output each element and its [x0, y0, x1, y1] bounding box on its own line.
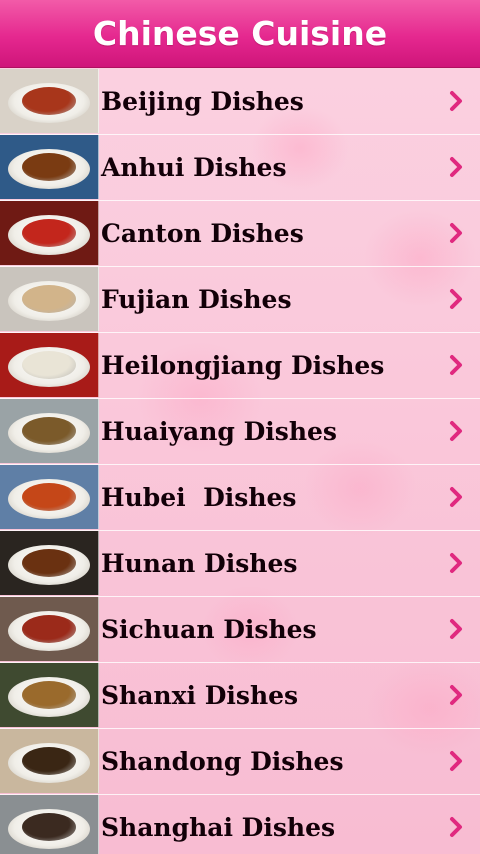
dish-thumbnail — [0, 69, 99, 133]
dish-thumbnail — [0, 201, 99, 265]
food-shape — [22, 615, 76, 643]
food-shape — [22, 747, 76, 775]
list-item-label: Huaiyang Dishes — [101, 416, 337, 446]
list-item-label: Sichuan Dishes — [101, 614, 317, 644]
dish-thumbnail — [0, 135, 99, 199]
list-item-label: Heilongjiang Dishes — [101, 350, 385, 380]
list-item[interactable]: Beijing Dishes — [0, 68, 480, 135]
chevron-right-icon[interactable] — [442, 615, 470, 643]
chevron-right-icon[interactable] — [442, 87, 470, 115]
list-item-label: Shandong Dishes — [101, 746, 344, 776]
list-item[interactable]: Anhui Dishes — [0, 134, 480, 201]
dish-thumbnail — [0, 465, 99, 529]
food-shape — [22, 681, 76, 709]
dish-thumbnail — [0, 795, 99, 854]
food-shape — [22, 219, 76, 247]
list-item[interactable]: Shanxi Dishes — [0, 662, 480, 729]
list-item-label: Canton Dishes — [101, 218, 304, 248]
list-item-label: Beijing Dishes — [101, 86, 304, 116]
list-item-label: Shanxi Dishes — [101, 680, 299, 710]
list-item-label: Hubei Dishes — [101, 482, 297, 512]
food-shape — [22, 153, 76, 181]
list-item[interactable]: Shandong Dishes — [0, 728, 480, 795]
list-item[interactable]: Fujian Dishes — [0, 266, 480, 333]
food-shape — [22, 483, 76, 511]
food-shape — [22, 87, 76, 115]
list-item-label: Hunan Dishes — [101, 548, 298, 578]
list-item[interactable]: Huaiyang Dishes — [0, 398, 480, 465]
list-item[interactable]: Hubei Dishes — [0, 464, 480, 531]
chevron-right-icon[interactable] — [442, 153, 470, 181]
list-item-label: Anhui Dishes — [101, 152, 287, 182]
app-header: Chinese Cuisine — [0, 0, 480, 68]
dish-thumbnail — [0, 333, 99, 397]
food-shape — [22, 549, 76, 577]
list-item[interactable]: Hunan Dishes — [0, 530, 480, 597]
list-item[interactable]: Heilongjiang Dishes — [0, 332, 480, 399]
list-item[interactable]: Sichuan Dishes — [0, 596, 480, 663]
dish-thumbnail — [0, 267, 99, 331]
dish-thumbnail — [0, 531, 99, 595]
list-item-label: Shanghai Dishes — [101, 812, 336, 842]
chevron-right-icon[interactable] — [442, 417, 470, 445]
chevron-right-icon[interactable] — [442, 549, 470, 577]
list-item[interactable]: Canton Dishes — [0, 200, 480, 267]
dish-thumbnail — [0, 399, 99, 463]
dish-thumbnail — [0, 597, 99, 661]
cuisine-list[interactable]: Beijing Dishes Anhui Dishes Canton Dishes F… — [0, 68, 480, 854]
list-item-label: Fujian Dishes — [101, 284, 292, 314]
chevron-right-icon[interactable] — [442, 351, 470, 379]
chevron-right-icon[interactable] — [442, 219, 470, 247]
dish-thumbnail — [0, 729, 99, 793]
chevron-right-icon[interactable] — [442, 813, 470, 841]
food-shape — [22, 813, 76, 841]
chevron-right-icon[interactable] — [442, 747, 470, 775]
food-shape — [22, 351, 76, 379]
chevron-right-icon[interactable] — [442, 285, 470, 313]
food-shape — [22, 285, 76, 313]
dish-thumbnail — [0, 663, 99, 727]
page-title: Chinese Cuisine — [92, 14, 388, 53]
food-shape — [22, 417, 76, 445]
list-item[interactable]: Shanghai Dishes — [0, 794, 480, 854]
chevron-right-icon[interactable] — [442, 681, 470, 709]
chevron-right-icon[interactable] — [442, 483, 470, 511]
